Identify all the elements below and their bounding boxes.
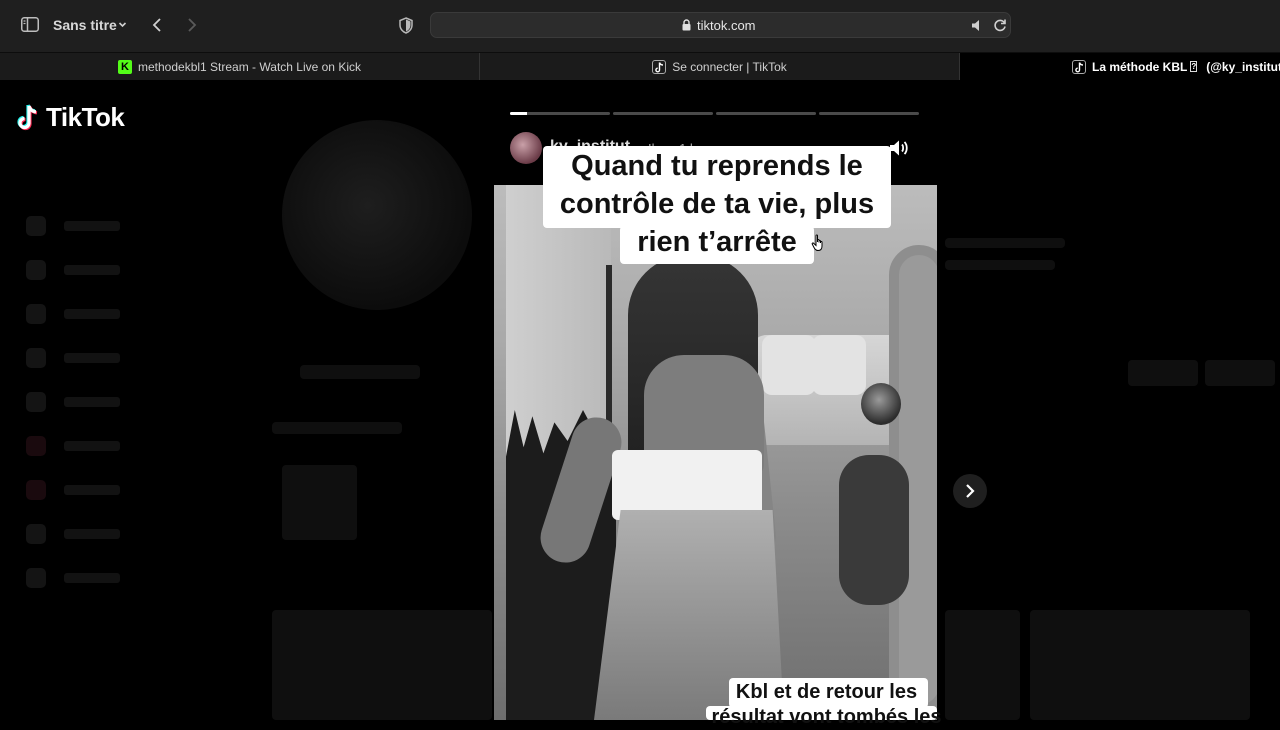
logo-text: TikTok [46, 102, 125, 132]
dim-nav-item [26, 260, 120, 280]
avatar[interactable] [510, 132, 542, 164]
dimmed-profile-picture [282, 120, 472, 310]
tiktok-logo-icon [17, 103, 38, 130]
tab-kbl-profile[interactable]: La méthode KBL ? (@ky_institut [960, 53, 1280, 80]
dim-nav-item [26, 216, 120, 236]
tiktok-logo[interactable]: TikTok [16, 102, 125, 133]
sidebar-toggle-icon[interactable] [21, 17, 39, 32]
story-progress [510, 112, 919, 115]
forward-arrow-icon[interactable] [185, 17, 199, 33]
lock-icon [682, 19, 691, 31]
dim-nav-item [26, 480, 120, 500]
dimmed-video-card [272, 610, 492, 720]
dimmed-text [945, 238, 1065, 248]
tiktok-icon [1072, 59, 1086, 74]
tab-label: La méthode KBL [1092, 59, 1188, 74]
dimmed-tab [300, 365, 420, 379]
privacy-shield-icon[interactable] [398, 17, 414, 34]
next-story-button[interactable] [953, 474, 987, 508]
dim-nav-item [26, 392, 120, 412]
tab-label: methodekbl1 Stream - Watch Live on Kick [138, 59, 361, 74]
dimmed-sidebar [0, 150, 240, 720]
volume-icon[interactable] [888, 137, 910, 159]
tab-bar: K methodekbl1 Stream - Watch Live on Kic… [0, 53, 1280, 80]
dimmed-video-card [945, 610, 1020, 720]
dim-nav-item [26, 568, 120, 588]
story-caption-top: Quand tu reprends le contrôle de ta vie,… [559, 150, 875, 258]
hand-cursor-icon [811, 234, 823, 252]
url-text[interactable]: tiktok.com [697, 18, 756, 33]
kick-icon: K [118, 59, 132, 74]
dim-nav-item [26, 524, 120, 544]
dimmed-button [1205, 360, 1275, 386]
progress-segment [510, 112, 610, 115]
dimmed-video-card [1030, 610, 1250, 720]
reload-icon[interactable] [993, 18, 1007, 32]
dimmed-thumbnail [282, 465, 357, 540]
chevron-down-icon[interactable] [118, 20, 127, 29]
dim-nav-item [26, 304, 120, 324]
tab-kick-stream[interactable]: K methodekbl1 Stream - Watch Live on Kic… [0, 53, 480, 80]
browser-toolbar: Sans titre tiktok.com [0, 0, 1280, 53]
unknown-glyph-icon: ? [1190, 61, 1198, 72]
address-bar[interactable]: tiktok.com [430, 12, 1011, 38]
dim-nav-item [26, 436, 120, 456]
speaker-icon[interactable] [971, 19, 985, 32]
dimmed-button [1128, 360, 1198, 386]
tab-tiktok-login[interactable]: Se connecter | TikTok [480, 53, 960, 80]
progress-segment [613, 112, 713, 115]
story-caption-bottom: Kbl et de retour les résultat vont tombé… [711, 681, 942, 728]
story-video[interactable] [494, 185, 937, 720]
dimmed-text [272, 422, 402, 434]
tab-label: Se connecter | TikTok [672, 59, 787, 74]
progress-segment [716, 112, 816, 115]
tab-label-suffix: (@ky_institut [1206, 59, 1280, 74]
chevron-right-icon [966, 484, 975, 498]
back-arrow-icon[interactable] [150, 17, 164, 33]
window-title[interactable]: Sans titre [53, 17, 117, 33]
dim-nav-item [26, 348, 120, 368]
progress-segment [819, 112, 919, 115]
tiktok-icon [652, 59, 667, 74]
dimmed-text [945, 260, 1055, 270]
